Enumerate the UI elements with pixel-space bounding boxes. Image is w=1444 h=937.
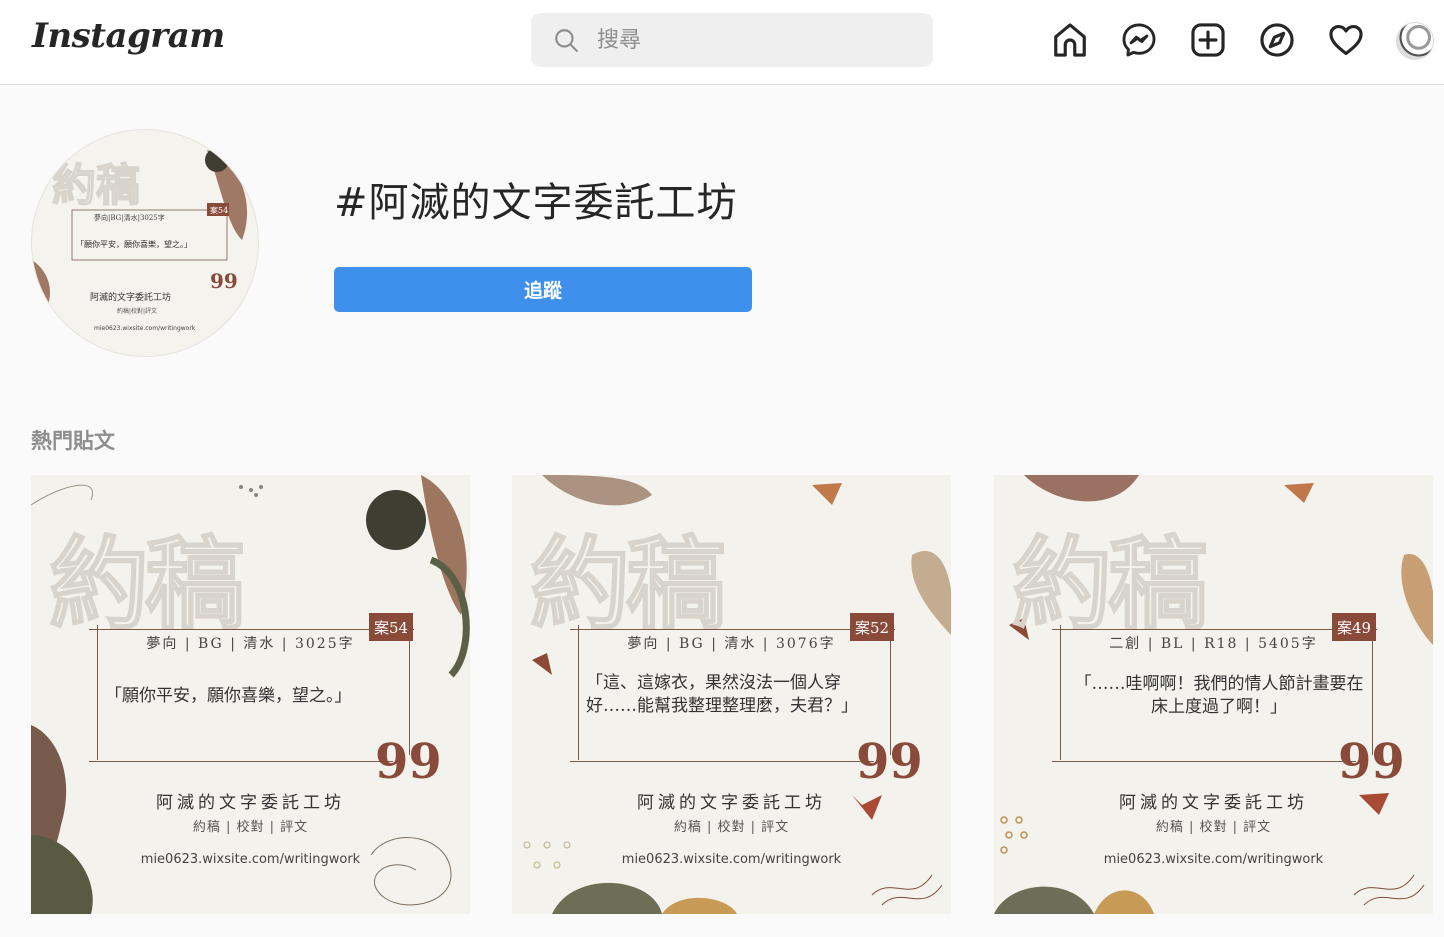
hashtag-title: #阿滅的文字委託工坊 (334, 180, 738, 226)
post-quote: 「願你平安，願你喜樂，望之。」 (105, 686, 352, 706)
top-posts-heading: 熱門貼文 (31, 429, 115, 453)
svg-text:約稿: 約稿 (52, 160, 140, 211)
services-text: 約稿 | 校對 | 評文 (192, 820, 309, 835)
search-box[interactable] (531, 13, 933, 67)
quote-mark-icon: 99 (375, 734, 442, 790)
studio-name: 阿滅的文字委託工坊 (156, 793, 345, 813)
post-quote: 「這、這嫁衣，果然沒法一個人穿好……能幫我整理整理麼，夫君？」 (586, 673, 858, 716)
post-meta: 夢向 | BG | 清水 | 3076字 (627, 636, 836, 652)
services-text: 約稿 | 校對 | 評文 (1155, 820, 1272, 835)
post-quote: 「……哇啊啊！我們的情人節計畫要在床上度過了啊！」 (1074, 674, 1364, 717)
post-tile[interactable]: 約稿 案54 夢向 | BG | 清水 | 3025字 「願你平安，願你喜樂，望… (31, 475, 470, 914)
studio-name: 阿滅的文字委託工坊 (1119, 793, 1308, 813)
quote-mark-icon: 99 (1338, 734, 1405, 790)
post-meta: 夢向 | BG | 清水 | 3025字 (146, 636, 355, 652)
follow-button[interactable]: 追蹤 (334, 267, 752, 312)
website-url: mie0623.wixsite.com/writingwork (140, 852, 361, 867)
explore-icon[interactable] (1257, 20, 1297, 60)
website-url: mie0623.wixsite.com/writingwork (621, 852, 842, 867)
svg-text:mie0623.wixsite.com/writingwor: mie0623.wixsite.com/writingwork (94, 325, 196, 332)
svg-text:夢向|BG|清水|3025字: 夢向|BG|清水|3025字 (94, 213, 165, 222)
svg-text:案54: 案54 (210, 205, 228, 215)
post-tile[interactable]: 約稿 案49 二創 | BL | R18 | 5405字 「……哇啊啊！我們的情… (994, 475, 1433, 914)
top-navigation-bar: Instagram (0, 0, 1444, 85)
messenger-icon[interactable] (1119, 20, 1159, 60)
instagram-logo[interactable]: Instagram (32, 16, 225, 56)
quote-mark-icon: 99 (856, 734, 923, 790)
search-icon (555, 29, 578, 52)
activity-heart-icon[interactable] (1326, 20, 1366, 60)
post-meta: 二創 | BL | R18 | 5405字 (1109, 636, 1318, 652)
search-input[interactable] (597, 27, 897, 53)
new-post-icon[interactable] (1188, 20, 1228, 60)
svg-text:約稿|校對|評文: 約稿|校對|評文 (117, 307, 157, 315)
post-tile[interactable]: 約稿 案52 夢向 | BG | 清水 | 3076字 「這、這嫁衣，果然沒法一… (512, 475, 951, 914)
studio-name: 阿滅的文字委託工坊 (637, 793, 826, 813)
svg-text:99: 99 (210, 269, 238, 293)
home-icon[interactable] (1050, 20, 1090, 60)
website-url: mie0623.wixsite.com/writingwork (1103, 852, 1324, 867)
svg-text:阿滅的文字委託工坊: 阿滅的文字委託工坊 (90, 291, 171, 303)
services-text: 約稿 | 校對 | 評文 (673, 820, 790, 835)
profile-avatar[interactable] (1396, 22, 1434, 60)
svg-text:「願你平安，願你喜樂，望之。」: 「願你平安，願你喜樂，望之。」 (76, 239, 192, 249)
hashtag-cover-image: 約稿 案54 夢向|BG|清水|3025字 「願你平安，願你喜樂，望之。」 99… (31, 129, 259, 357)
